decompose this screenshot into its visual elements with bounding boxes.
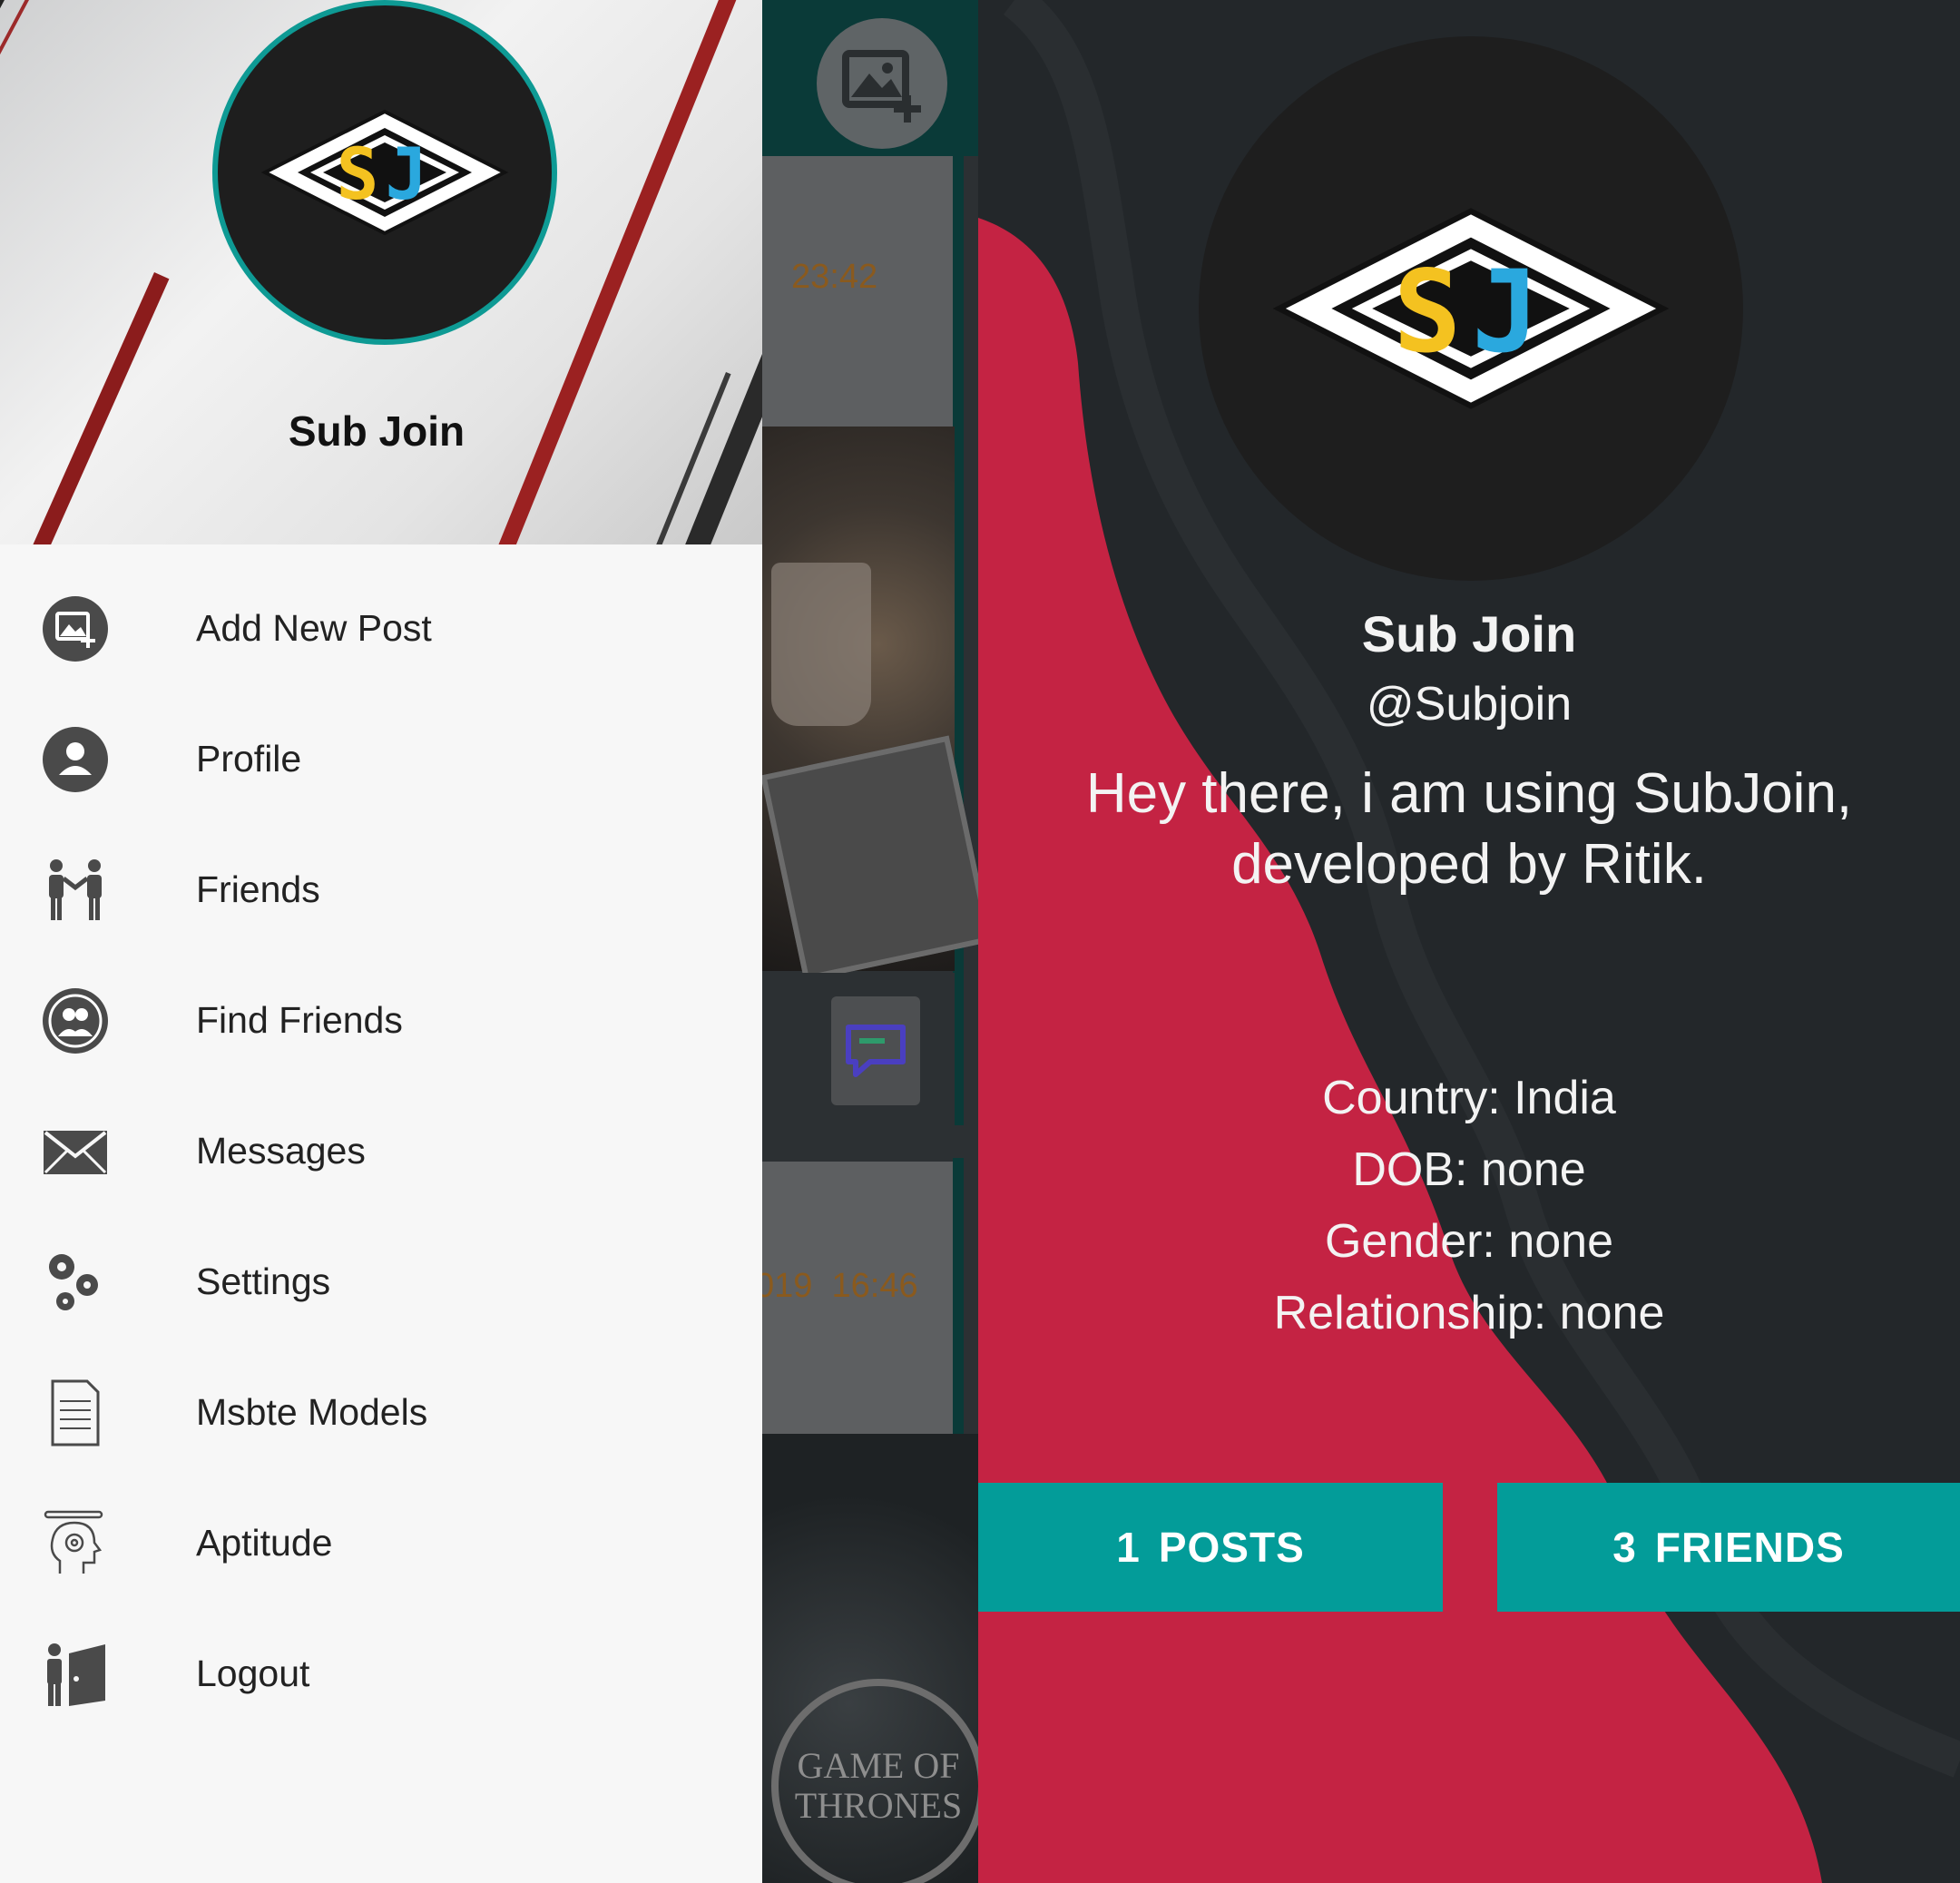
drawer-header: S J Sub Join (0, 0, 762, 544)
profile-username: @Subjoin (1366, 678, 1573, 731)
friends-count: 3 (1612, 1524, 1637, 1571)
feed-toolbar (762, 0, 978, 156)
posts-count: 1 (1116, 1524, 1141, 1571)
brain-head-icon (42, 1510, 109, 1577)
find-friends-icon (42, 987, 109, 1054)
profile-avatar[interactable]: S J (1199, 36, 1743, 581)
posts-button[interactable]: 1 POSTS (978, 1483, 1443, 1612)
drawer-menu: Add New Post Profile Friends Find Friend… (0, 563, 762, 1739)
menu-label: Friends (196, 868, 320, 910)
person-icon (42, 726, 109, 793)
menu-item-settings[interactable]: Settings (0, 1216, 762, 1347)
decor-stripe (0, 0, 67, 544)
envelope-icon (42, 1118, 109, 1185)
profile-relationship: Relationship: none (1273, 1287, 1665, 1339)
sj-logo-icon: S J (260, 109, 509, 236)
profile-screen: S J Sub Join @Subjoin Hey there, i am us… (978, 0, 1960, 1883)
menu-item-friends[interactable]: Friends (0, 824, 762, 955)
status-line: developed by Ritik. (1231, 833, 1707, 896)
svg-text:S: S (337, 134, 379, 216)
menu-item-aptitude[interactable]: Aptitude (0, 1477, 762, 1608)
post-time: 23:42 (791, 258, 878, 296)
feed-post-card[interactable]: 019 16:46 (755, 1162, 955, 1434)
menu-item-profile[interactable]: Profile (0, 693, 762, 824)
menu-label: Profile (196, 737, 302, 780)
cup-shape (771, 563, 871, 726)
feed-post-card[interactable]: 23:42 (762, 156, 955, 428)
logout-door-icon (42, 1641, 109, 1708)
drawer-user-name: Sub Join (288, 407, 466, 455)
chat-bubble-icon (846, 1025, 906, 1077)
menu-label: Aptitude (196, 1521, 333, 1564)
sj-logo-icon: S J (1272, 208, 1670, 409)
posts-label: POSTS (1158, 1524, 1305, 1571)
profile-name: Sub Join (1361, 605, 1577, 662)
navigation-drawer-screen: 23:42 019 16:46 GAME OF THRONES S J Sub … (0, 0, 978, 1883)
document-icon (42, 1379, 109, 1447)
post-date-time: 019 16:46 (755, 1267, 918, 1305)
navigation-drawer: S J Sub Join Add New Post Profile Friend… (0, 0, 762, 1883)
svg-text:S: S (1393, 246, 1461, 378)
menu-label: Messages (196, 1129, 366, 1172)
menu-label: Find Friends (196, 998, 403, 1041)
game-of-thrones-medallion: GAME OF THRONES (771, 1679, 978, 1883)
svg-text:J: J (1472, 246, 1540, 378)
menu-item-find-friends[interactable]: Find Friends (0, 955, 762, 1085)
svg-text:J: J (386, 134, 428, 216)
profile-gender: Gender: none (1324, 1215, 1614, 1268)
friends-icon (42, 857, 109, 924)
menu-item-add-new-post[interactable]: Add New Post (0, 563, 762, 693)
profile-status: Hey there, i am using SubJoin, developed… (978, 759, 1960, 900)
card-border (953, 1158, 964, 1434)
menu-item-msbte-models[interactable]: Msbte Models (0, 1347, 762, 1477)
menu-label: Logout (196, 1652, 310, 1694)
feed-background: 23:42 019 16:46 GAME OF THRONES (755, 0, 978, 1883)
profile-dob: DOB: none (1352, 1143, 1586, 1196)
menu-label: Msbte Models (196, 1390, 428, 1433)
drawer-avatar[interactable]: S J (212, 0, 557, 345)
gears-icon (42, 1249, 109, 1316)
menu-label: Settings (196, 1260, 331, 1302)
menu-item-messages[interactable]: Messages (0, 1085, 762, 1216)
add-photo-icon (42, 595, 109, 662)
menu-item-logout[interactable]: Logout (0, 1608, 762, 1739)
friends-label: FRIENDS (1654, 1524, 1845, 1571)
menu-label: Add New Post (196, 606, 432, 649)
add-photo-icon (842, 50, 921, 123)
add-post-fab[interactable] (817, 18, 947, 149)
profile-country: Country: India (1322, 1072, 1616, 1124)
friends-button[interactable]: 3 FRIENDS (1497, 1483, 1960, 1612)
comment-button[interactable] (831, 996, 920, 1105)
status-line: Hey there, i am using SubJoin, (1085, 762, 1853, 825)
decor-stripe (0, 0, 50, 544)
